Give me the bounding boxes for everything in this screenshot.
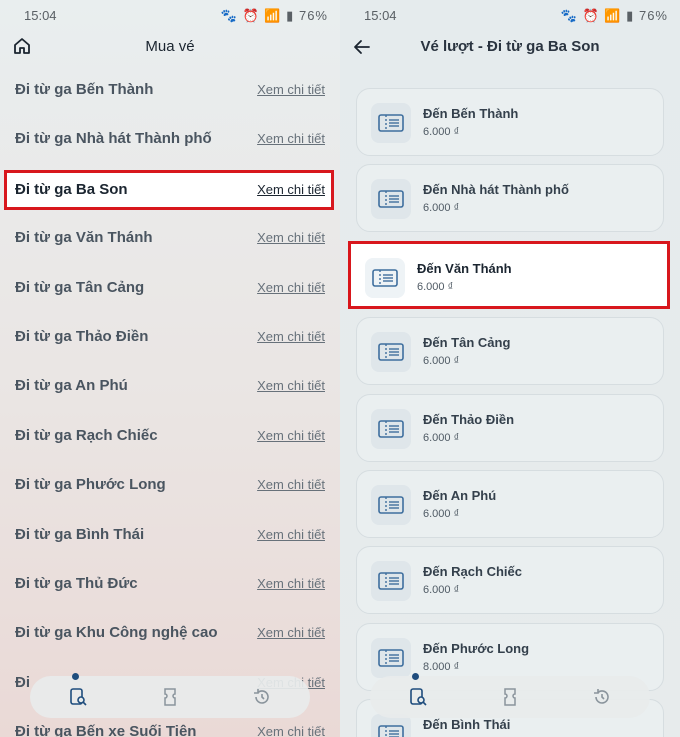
view-details-link[interactable]: Xem chi tiết	[257, 527, 325, 542]
ticket-price: 6.000 ₫	[423, 431, 460, 444]
ticket-options-screen: 15:04 🐾 ⏰ 📶 ▮ 76% Vé lượt - Đi từ ga Ba …	[340, 0, 680, 737]
ticket-destination: Đến Văn Thánh	[417, 260, 512, 276]
station-label: Đi từ ga Thảo Điền	[15, 328, 149, 345]
history-icon[interactable]	[592, 687, 612, 707]
ticket-card[interactable]: Đến Nhà hát Thành phố 6.000 ₫	[356, 164, 664, 233]
status-glyphs: 🐾 ⏰ 📶 ▮	[560, 8, 635, 23]
station-label: Đi từ ga Phước Long	[15, 476, 166, 494]
view-details-link[interactable]: Xem chi tiết	[257, 329, 325, 344]
view-details-link[interactable]: Xem chi tiết	[257, 724, 325, 737]
station-label: Đi từ ga Ba Son	[15, 180, 128, 198]
back-arrow-icon[interactable]	[352, 37, 372, 57]
station-label: Đi từ ga Tân Cảng	[15, 278, 145, 296]
ticket-destination: Đến Bình Thái	[423, 717, 511, 733]
ticket-card[interactable]: Đến Thảo Điền 6.000 ₫	[356, 393, 664, 462]
ticket-icon	[371, 637, 411, 678]
status-icons: 🐾 ⏰ 📶 ▮ 76%	[221, 8, 328, 24]
ticket-price: 6.000 ₫	[417, 280, 454, 293]
ticket-destination: Đến Phước Long	[423, 640, 530, 656]
station-row[interactable]: Đi từ ga Bến Thành Xem chi tiết	[0, 71, 340, 111]
ticket-destination: Đến An Phú	[423, 488, 497, 503]
station-label: Đi từ ga Khu Công nghệ cao	[15, 624, 218, 642]
ticket-destination: Đến Bến Thành	[423, 106, 519, 121]
buy-ticket-screen: 15:04 🐾 ⏰ 📶 ▮ 76% Mua vé Đi từ ga Bến Th…	[0, 0, 340, 737]
station-row[interactable]: Đi từ ga Nhà hát Thành phố Xem chi tiết	[0, 120, 340, 160]
ticket-icon	[371, 179, 411, 220]
ticket-card[interactable]: Đến Bến Thành 6.000 ₫	[356, 88, 664, 156]
station-label: Đi từ ga Bình Thái	[15, 525, 145, 543]
ticket-price: 6.000 ₫	[423, 202, 460, 215]
ticket-card[interactable]: Đến Rạch Chiếc 6.000 ₫	[356, 546, 664, 615]
ticket-card[interactable]: Đến Tân Cảng 6.000 ₫	[356, 317, 664, 386]
battery-level: 76%	[638, 8, 668, 23]
battery-level: 76%	[298, 8, 328, 23]
station-label: Đi từ ga Rạch Chiếc	[15, 426, 158, 444]
ticket-destination: Đến Thảo Điền	[423, 411, 515, 427]
status-bar: 15:04 🐾 ⏰ 📶 ▮ 76%	[0, 8, 340, 24]
ticket-icon[interactable]	[160, 687, 180, 707]
station-row[interactable]: Đi từ ga Phước Long Xem chi tiết	[0, 466, 340, 506]
ticket-icon	[371, 485, 411, 525]
ticket-destination: Đến Rạch Chiếc	[423, 564, 522, 580]
view-details-link[interactable]: Xem chi tiết	[257, 131, 325, 146]
view-details-link[interactable]: Xem chi tiết	[257, 82, 325, 97]
station-row[interactable]: Đi từ ga Thảo Điền Xem chi tiết	[0, 318, 340, 358]
ticket-price: 6.000 ₫	[423, 355, 460, 368]
view-details-link[interactable]: Xem chi tiết	[257, 428, 325, 443]
station-row[interactable]: Đi từ ga Khu Công nghệ cao Xem chi tiết	[0, 614, 340, 654]
ticket-search-icon[interactable]	[408, 687, 428, 707]
status-time: 15:04	[364, 8, 397, 23]
ticket-card[interactable]: Đến An Phú 6.000 ₫	[356, 470, 664, 538]
ticket-icon	[371, 332, 411, 373]
view-details-link[interactable]: Xem chi tiết	[257, 230, 325, 245]
station-row[interactable]: Đi từ ga Văn Thánh Xem chi tiết	[0, 219, 340, 259]
status-time: 15:04	[24, 8, 57, 23]
history-icon[interactable]	[252, 687, 272, 707]
view-details-link[interactable]: Xem chi tiết	[257, 378, 325, 393]
station-row[interactable]: Đi từ ga Ba Son Xem chi tiết	[4, 169, 334, 210]
ticket-price: 6.000 ₫	[423, 508, 460, 520]
ticket-icon	[371, 561, 411, 602]
active-dot	[412, 673, 419, 680]
ticket-price: 6.000 ₫	[423, 584, 460, 597]
station-label: Đi	[15, 673, 30, 691]
ticket-price: 8.000 ₫	[423, 660, 460, 673]
bottom-nav	[370, 673, 650, 718]
station-label: Đi từ ga Bến Thành	[15, 81, 154, 98]
status-glyphs: 🐾 ⏰ 📶 ▮	[220, 8, 295, 23]
ticket-destination: Đến Tân Cảng	[423, 335, 511, 351]
view-details-link[interactable]: Xem chi tiết	[257, 625, 325, 640]
ticket-price: 6.000 ₫	[423, 126, 460, 138]
station-row[interactable]: Đi từ ga Rạch Chiếc Xem chi tiết	[0, 417, 340, 457]
station-label: Đi từ ga An Phú	[15, 377, 128, 395]
page-title: Mua vé	[145, 38, 195, 55]
status-icons: 🐾 ⏰ 📶 ▮ 76%	[561, 8, 668, 24]
view-details-link[interactable]: Xem chi tiết	[257, 477, 325, 492]
ticket-destination: Đến Nhà hát Thành phố	[423, 182, 569, 198]
station-label: Đi từ ga Văn Thánh	[15, 229, 153, 247]
ticket-card[interactable]: Đến Văn Thánh 6.000 ₫	[348, 240, 670, 309]
station-row[interactable]: Đi từ ga Thủ Đức Xem chi tiết	[0, 565, 340, 605]
station-label: Đi từ ga Nhà hát Thành phố	[15, 130, 212, 148]
station-label: Đi từ ga Bến xe Suối Tiên	[15, 723, 197, 737]
active-dot	[72, 673, 79, 680]
ticket-icon	[371, 408, 411, 449]
station-row[interactable]: Đi từ ga Tân Cảng Xem chi tiết	[0, 269, 340, 309]
ticket-search-icon[interactable]	[68, 687, 88, 707]
station-row[interactable]: Đi từ ga An Phú Xem chi tiết	[0, 367, 340, 407]
view-details-link[interactable]: Xem chi tiết	[257, 182, 325, 197]
ticket-icon	[371, 103, 411, 143]
status-bar: 15:04 🐾 ⏰ 📶 ▮ 76%	[340, 8, 680, 24]
station-row[interactable]: Đi từ ga Bình Thái Xem chi tiết	[0, 516, 340, 556]
ticket-icon[interactable]	[500, 687, 520, 707]
bottom-nav	[30, 673, 310, 718]
ticket-icon	[365, 257, 405, 298]
view-details-link[interactable]: Xem chi tiết	[257, 576, 325, 591]
station-label: Đi từ ga Thủ Đức	[15, 575, 138, 592]
view-details-link[interactable]: Xem chi tiết	[257, 280, 325, 295]
page-title: Vé lượt - Đi từ ga Ba Son	[420, 38, 600, 55]
